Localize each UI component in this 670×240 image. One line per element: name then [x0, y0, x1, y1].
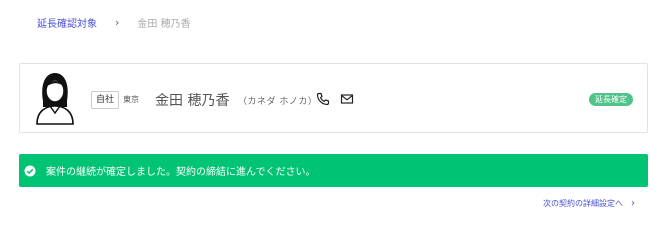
person-card: 自社 東京 金田 穂乃香 （カネダ ホノカ） 延長確定: [19, 63, 648, 133]
next-contract-settings-link[interactable]: 次の契約の詳細設定へ ›: [543, 198, 635, 209]
mail-icon[interactable]: [340, 92, 354, 106]
phone-icon[interactable]: [316, 92, 330, 106]
next-contract-settings-label: 次の契約の詳細設定へ: [543, 199, 623, 208]
breadcrumb: 延長確認対象 › 金田 穂乃香: [37, 15, 191, 30]
person-name-kana: （カネダ ホノカ）: [238, 97, 318, 107]
alert-message: 案件の継続が確定しました。契約の締結に進んでください。: [46, 167, 316, 178]
breadcrumb-current: 金田 穂乃香: [137, 19, 191, 30]
success-alert: 案件の継続が確定しました。契約の締結に進んでください。: [19, 154, 648, 187]
check-circle-icon: [24, 165, 36, 176]
chevron-right-icon: ›: [115, 16, 120, 29]
status-badge: 延長確定: [589, 93, 633, 106]
breadcrumb-link-extension-targets[interactable]: 延長確認対象: [37, 15, 97, 30]
location-label: 東京: [123, 95, 139, 104]
chevron-right-icon: ›: [631, 198, 635, 209]
company-tag: 自社: [91, 91, 120, 109]
avatar-icon: [36, 73, 74, 125]
person-name: 金田 穂乃香: [155, 93, 230, 109]
